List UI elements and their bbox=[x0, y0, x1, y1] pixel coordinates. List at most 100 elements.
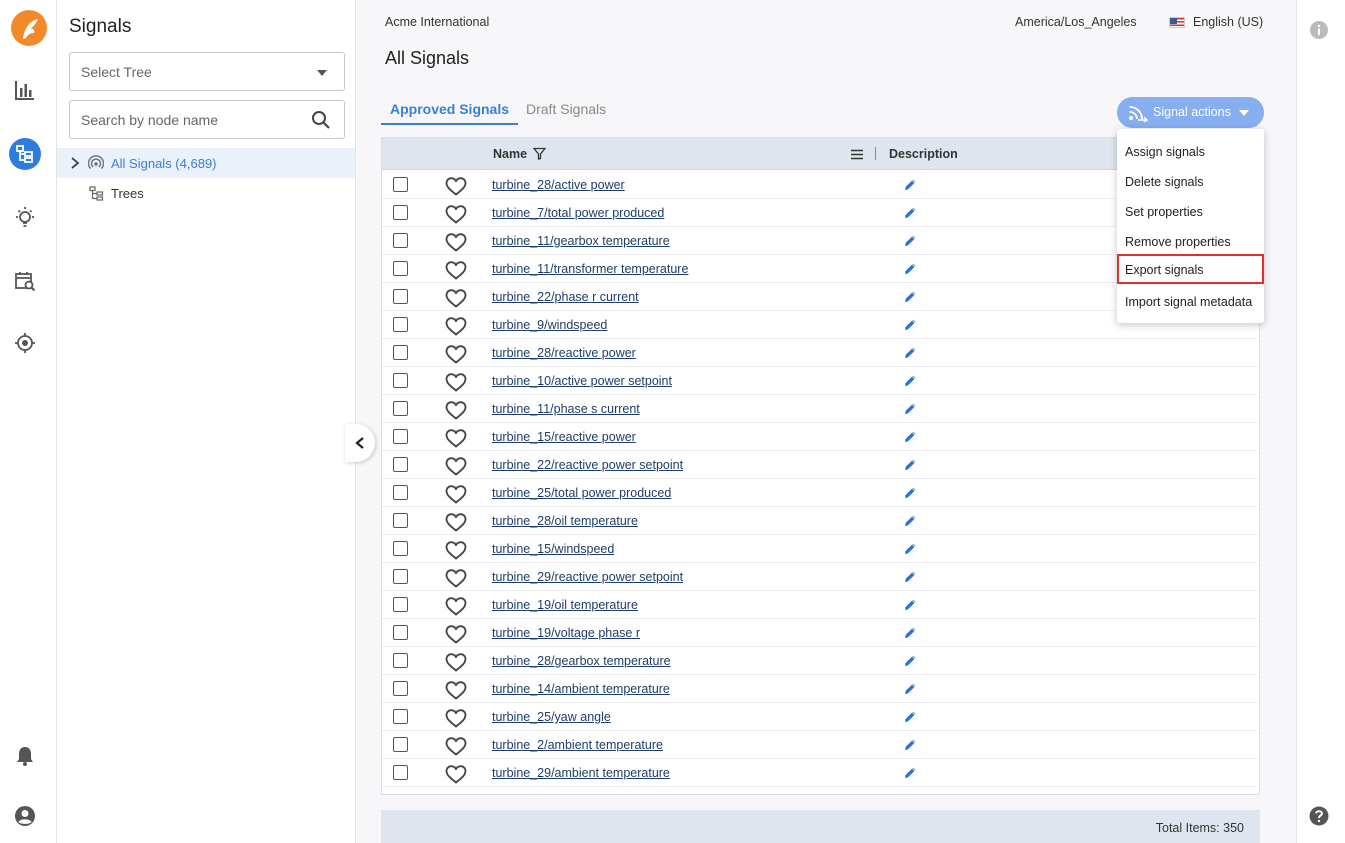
signal-name-link[interactable]: turbine_2/ambient temperature bbox=[492, 738, 663, 752]
heart-icon[interactable] bbox=[445, 261, 467, 283]
heart-icon[interactable] bbox=[445, 765, 467, 787]
row-checkbox[interactable] bbox=[393, 373, 408, 388]
heart-icon[interactable] bbox=[445, 429, 467, 451]
signal-name-link[interactable]: turbine_10/active power setpoint bbox=[492, 374, 672, 388]
heart-icon[interactable] bbox=[445, 653, 467, 675]
pencil-icon[interactable] bbox=[904, 234, 917, 250]
pencil-icon[interactable] bbox=[904, 542, 917, 558]
table-row[interactable]: turbine_15/windspeed bbox=[382, 535, 1258, 563]
signal-name-link[interactable]: turbine_11/phase s current bbox=[492, 402, 640, 416]
row-checkbox[interactable] bbox=[393, 457, 408, 472]
row-checkbox[interactable] bbox=[393, 233, 408, 248]
menu-item-assign-signals[interactable]: Assign signals bbox=[1117, 136, 1264, 166]
signal-name-link[interactable]: turbine_9/windspeed bbox=[492, 318, 607, 332]
row-checkbox[interactable] bbox=[393, 625, 408, 640]
pencil-icon[interactable] bbox=[904, 262, 917, 278]
heart-icon[interactable] bbox=[445, 233, 467, 255]
signal-name-link[interactable]: turbine_7/total power produced bbox=[492, 206, 664, 220]
pencil-icon[interactable] bbox=[904, 570, 917, 586]
tree-node-trees[interactable]: Trees bbox=[57, 182, 355, 206]
heart-icon[interactable] bbox=[445, 317, 467, 339]
signal-name-link[interactable]: turbine_28/oil temperature bbox=[492, 514, 638, 528]
heart-icon[interactable] bbox=[445, 597, 467, 619]
row-checkbox[interactable] bbox=[393, 765, 408, 780]
tree-icon[interactable] bbox=[9, 138, 41, 170]
table-row[interactable]: turbine_14/ambient temperature bbox=[382, 675, 1258, 703]
signal-name-link[interactable]: turbine_28/active power bbox=[492, 178, 625, 192]
table-row[interactable]: turbine_11/phase s current bbox=[382, 395, 1258, 423]
table-row[interactable]: turbine_25/total power produced bbox=[382, 479, 1258, 507]
bar-chart-icon[interactable] bbox=[12, 77, 38, 103]
signal-name-link[interactable]: turbine_28/gearbox temperature bbox=[492, 654, 671, 668]
timezone-label[interactable]: America/Los_Angeles bbox=[1015, 15, 1137, 29]
row-checkbox[interactable] bbox=[393, 345, 408, 360]
pencil-icon[interactable] bbox=[904, 206, 917, 222]
table-row[interactable]: turbine_28/gearbox temperature bbox=[382, 647, 1258, 675]
language-selector[interactable]: English (US) bbox=[1169, 15, 1263, 29]
table-row[interactable]: turbine_28/reactive power bbox=[382, 339, 1258, 367]
row-checkbox[interactable] bbox=[393, 541, 408, 556]
signal-name-link[interactable]: turbine_15/windspeed bbox=[492, 542, 614, 556]
row-checkbox[interactable] bbox=[393, 653, 408, 668]
pencil-icon[interactable] bbox=[904, 374, 917, 390]
menu-item-export-signals[interactable]: Export signals bbox=[1117, 254, 1264, 284]
menu-item-remove-properties[interactable]: Remove properties bbox=[1117, 226, 1264, 256]
table-row[interactable]: turbine_28/oil temperature bbox=[382, 507, 1258, 535]
heart-icon[interactable] bbox=[445, 289, 467, 311]
row-checkbox[interactable] bbox=[393, 261, 408, 276]
signal-name-link[interactable]: turbine_29/ambient temperature bbox=[492, 766, 670, 780]
signal-name-link[interactable]: turbine_29/reactive power setpoint bbox=[492, 570, 683, 584]
heart-icon[interactable] bbox=[445, 373, 467, 395]
signal-name-link[interactable]: turbine_19/voltage phase r bbox=[492, 626, 640, 640]
pencil-icon[interactable] bbox=[904, 738, 917, 754]
pencil-icon[interactable] bbox=[904, 682, 917, 698]
signal-name-link[interactable]: turbine_22/phase r current bbox=[492, 290, 639, 304]
heart-icon[interactable] bbox=[445, 709, 467, 731]
row-checkbox[interactable] bbox=[393, 289, 408, 304]
signal-name-link[interactable]: turbine_11/gearbox temperature bbox=[492, 234, 670, 248]
pencil-icon[interactable] bbox=[904, 514, 917, 530]
pencil-icon[interactable] bbox=[904, 346, 917, 362]
table-row[interactable]: turbine_29/ambient temperature bbox=[382, 759, 1258, 787]
signal-name-link[interactable]: turbine_22/reactive power setpoint bbox=[492, 458, 683, 472]
signal-name-link[interactable]: turbine_15/reactive power bbox=[492, 430, 636, 444]
select-tree-dropdown[interactable]: Select Tree bbox=[69, 52, 345, 91]
seeq-logo[interactable] bbox=[11, 10, 47, 46]
row-checkbox[interactable] bbox=[393, 429, 408, 444]
chevron-right-icon[interactable] bbox=[69, 156, 81, 173]
row-checkbox[interactable] bbox=[393, 485, 408, 500]
row-checkbox[interactable] bbox=[393, 177, 408, 192]
bell-icon[interactable] bbox=[12, 743, 38, 769]
tab-draft-signals[interactable]: Draft Signals bbox=[526, 101, 606, 125]
table-row[interactable]: turbine_15/reactive power bbox=[382, 423, 1258, 451]
help-icon[interactable] bbox=[1309, 806, 1329, 829]
table-row[interactable]: turbine_19/oil temperature bbox=[382, 591, 1258, 619]
heart-icon[interactable] bbox=[445, 737, 467, 759]
pencil-icon[interactable] bbox=[904, 178, 917, 194]
pencil-icon[interactable] bbox=[904, 710, 917, 726]
signal-name-link[interactable]: turbine_19/oil temperature bbox=[492, 598, 638, 612]
table-row[interactable]: turbine_29/reactive power setpoint bbox=[382, 563, 1258, 591]
menu-item-set-properties[interactable]: Set properties bbox=[1117, 196, 1264, 226]
column-header-name[interactable]: Name bbox=[493, 147, 527, 161]
pencil-icon[interactable] bbox=[904, 318, 917, 334]
tree-node-all-signals[interactable]: All Signals (4,689) bbox=[57, 148, 355, 178]
row-checkbox[interactable] bbox=[393, 597, 408, 612]
info-icon[interactable] bbox=[1309, 20, 1329, 43]
pencil-icon[interactable] bbox=[904, 402, 917, 418]
row-checkbox[interactable] bbox=[393, 205, 408, 220]
row-checkbox[interactable] bbox=[393, 513, 408, 528]
calendar-search-icon[interactable] bbox=[12, 268, 38, 294]
pencil-icon[interactable] bbox=[904, 654, 917, 670]
heart-icon[interactable] bbox=[445, 485, 467, 507]
pencil-icon[interactable] bbox=[904, 290, 917, 306]
heart-icon[interactable] bbox=[445, 177, 467, 199]
signal-name-link[interactable]: turbine_25/yaw angle bbox=[492, 710, 611, 724]
search-node-input[interactable] bbox=[81, 110, 301, 130]
heart-icon[interactable] bbox=[445, 401, 467, 423]
signal-name-link[interactable]: turbine_14/ambient temperature bbox=[492, 682, 670, 696]
heart-icon[interactable] bbox=[445, 625, 467, 647]
filter-icon[interactable] bbox=[532, 147, 547, 163]
user-icon[interactable] bbox=[12, 803, 38, 829]
row-checkbox[interactable] bbox=[393, 737, 408, 752]
